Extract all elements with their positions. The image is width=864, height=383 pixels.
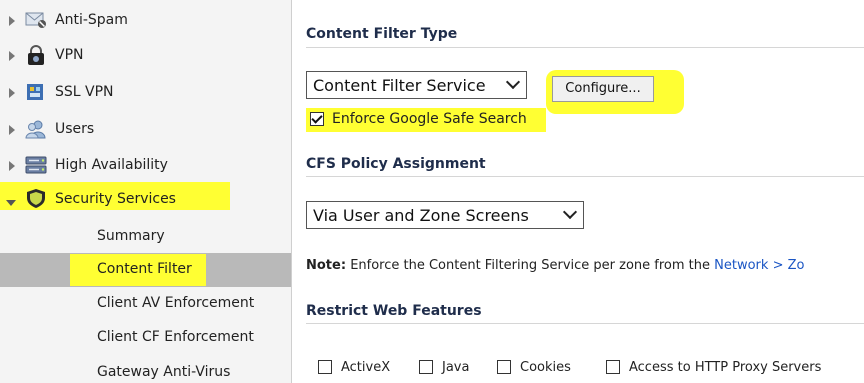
sidebar-item-ssl-vpn[interactable]: SSL VPN (0, 75, 291, 111)
sidebar-item-label: High Availability (55, 157, 168, 173)
server-icon (25, 156, 47, 174)
cookies-checkbox[interactable] (497, 360, 511, 374)
cfs-policy-select[interactable]: Via User and Zone Screens (306, 201, 584, 229)
sidebar-item-security-services[interactable]: Security Services (0, 182, 291, 220)
section-divider (306, 323, 864, 324)
ssl-vpn-icon (27, 84, 43, 100)
sidebar-item-anti-spam[interactable]: Anti-Spam (0, 3, 291, 39)
sidebar: Anti-Spam VPN SSL VPN Users High Availab… (0, 0, 291, 383)
safe-search-checkbox[interactable] (310, 112, 324, 126)
configure-button[interactable]: Configure... (552, 76, 654, 102)
policy-note: Note: Enforce the Content Filtering Serv… (306, 258, 804, 273)
sidebar-item-vpn[interactable]: VPN (0, 38, 291, 74)
safe-search-row: Enforce Google Safe Search (306, 108, 546, 132)
highlight-mark: Configure... (546, 70, 684, 114)
sidebar-subitem-content-filter[interactable]: Content Filter (0, 253, 291, 287)
sidebar-subitem-label: Content Filter (97, 261, 192, 277)
shield-icon (27, 189, 45, 208)
expand-arrow-icon[interactable] (9, 51, 15, 61)
expand-arrow-icon[interactable] (9, 161, 15, 171)
sidebar-subitem-gateway-anti-virus[interactable]: Gateway Anti-Virus (0, 356, 291, 383)
feature-label: ActiveX (341, 360, 391, 375)
sidebar-item-label: Anti-Spam (55, 12, 128, 28)
envelope-icon (25, 12, 46, 28)
select-value: Via User and Zone Screens (313, 206, 529, 225)
panel-divider (291, 0, 292, 383)
sidebar-item-label: VPN (55, 47, 84, 63)
sidebar-subitem-client-av-enforcement[interactable]: Client AV Enforcement (0, 287, 291, 321)
content-filter-type-select[interactable]: Content Filter Service (306, 71, 527, 99)
sidebar-subitem-summary[interactable]: Summary (0, 220, 291, 254)
expand-arrow-icon[interactable] (9, 88, 15, 98)
lock-icon (28, 45, 44, 65)
sidebar-item-users[interactable]: Users (0, 112, 291, 148)
http-proxy-checkbox[interactable] (606, 360, 620, 374)
sidebar-item-label: Security Services (55, 191, 176, 207)
sidebar-subitem-label: Gateway Anti-Virus (97, 364, 231, 380)
section-divider (306, 176, 864, 177)
sidebar-subitem-label: Client AV Enforcement (97, 295, 255, 311)
activex-checkbox[interactable] (318, 360, 332, 374)
chevron-down-icon (562, 204, 578, 220)
select-value: Content Filter Service (313, 76, 486, 95)
feature-label: Java (442, 360, 470, 375)
network-zones-link[interactable]: Network > Zo (714, 258, 804, 273)
section-title-restrict-web-features: Restrict Web Features (306, 303, 482, 319)
chevron-down-icon (505, 74, 521, 90)
feature-label: Access to HTTP Proxy Servers (629, 360, 822, 375)
java-checkbox[interactable] (419, 360, 433, 374)
safe-search-label: Enforce Google Safe Search (332, 111, 527, 127)
expand-arrow-icon[interactable] (9, 125, 15, 135)
sidebar-subitem-label: Client CF Enforcement (97, 329, 254, 345)
section-title-cfs-policy: CFS Policy Assignment (306, 156, 486, 172)
sidebar-subitem-label: Summary (97, 228, 165, 244)
content-panel: Content Filter Type Configure... Content… (306, 0, 864, 383)
section-title-content-filter-type: Content Filter Type (306, 26, 458, 42)
note-prefix: Note: (306, 258, 347, 273)
note-text: Enforce the Content Filtering Service pe… (350, 258, 711, 273)
sidebar-item-label: Users (55, 121, 95, 137)
sidebar-item-high-availability[interactable]: High Availability (0, 148, 291, 184)
sidebar-item-label: SSL VPN (55, 84, 114, 100)
expand-arrow-icon[interactable] (9, 16, 15, 26)
users-icon (25, 120, 46, 139)
section-divider (306, 47, 864, 48)
sidebar-subitem-client-cf-enforcement[interactable]: Client CF Enforcement (0, 321, 291, 355)
feature-label: Cookies (520, 360, 571, 375)
collapse-arrow-icon[interactable] (6, 200, 16, 206)
